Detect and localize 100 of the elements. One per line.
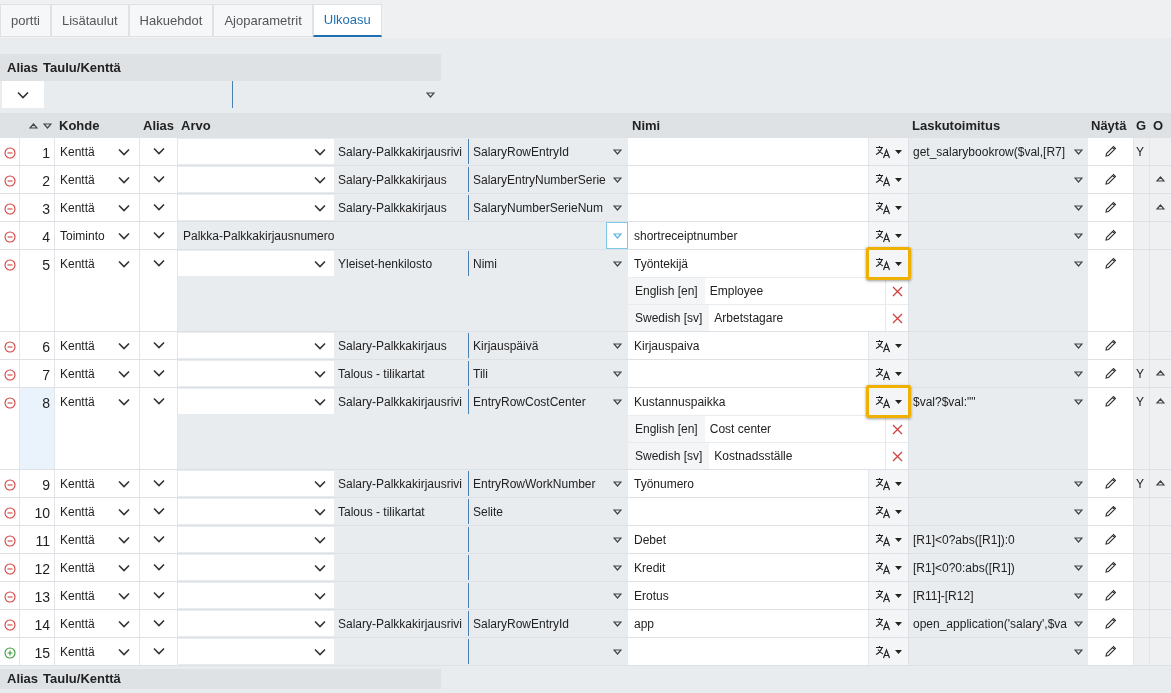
calculation-field[interactable]: [R1]<0?0:abs([R1]) bbox=[913, 558, 1015, 577]
pencil-icon[interactable] bbox=[1104, 173, 1117, 186]
minus-circle-icon[interactable] bbox=[3, 535, 16, 547]
minus-circle-icon[interactable] bbox=[3, 259, 16, 271]
caret-up-icon[interactable] bbox=[1156, 370, 1165, 376]
caret-down-icon[interactable] bbox=[1073, 620, 1083, 627]
target-select[interactable]: Kenttä bbox=[55, 250, 139, 277]
minus-circle-icon[interactable] bbox=[3, 203, 16, 215]
translate-button[interactable] bbox=[869, 360, 908, 387]
caret-down-icon[interactable] bbox=[1073, 204, 1083, 211]
chevron-down-icon[interactable] bbox=[152, 203, 165, 211]
minus-circle-icon[interactable] bbox=[3, 507, 16, 519]
caret-up-icon[interactable] bbox=[1156, 480, 1165, 486]
name-field[interactable]: Työntekijä bbox=[628, 250, 868, 277]
chevron-down-icon[interactable] bbox=[314, 341, 326, 350]
target-select[interactable]: Kenttä bbox=[55, 498, 139, 525]
pencil-icon[interactable] bbox=[1104, 617, 1117, 630]
pencil-icon[interactable] bbox=[1104, 229, 1117, 242]
chevron-down-icon[interactable] bbox=[118, 397, 130, 406]
minus-circle-icon[interactable] bbox=[3, 175, 16, 187]
minus-circle-icon[interactable] bbox=[3, 147, 16, 159]
chevron-down-icon[interactable] bbox=[152, 341, 165, 349]
translate-button[interactable] bbox=[869, 470, 908, 497]
translation-field[interactable]: Cost center bbox=[704, 416, 885, 442]
pencil-icon[interactable] bbox=[1104, 257, 1117, 270]
name-field[interactable]: app bbox=[628, 610, 868, 637]
translation-field[interactable]: Kostnadsställe bbox=[709, 443, 885, 469]
target-select[interactable]: Kenttä bbox=[55, 166, 139, 193]
translate-button[interactable] bbox=[869, 498, 908, 525]
translate-button[interactable] bbox=[869, 138, 908, 165]
caret-down-icon[interactable] bbox=[1073, 508, 1083, 515]
delete-button[interactable] bbox=[885, 278, 908, 304]
caret-down-icon[interactable] bbox=[1073, 398, 1083, 405]
target-select[interactable]: Kenttä bbox=[55, 138, 139, 165]
target-select[interactable]: Kenttä bbox=[55, 638, 139, 665]
chevron-down-icon[interactable] bbox=[152, 563, 165, 571]
chevron-down-icon[interactable] bbox=[118, 507, 130, 516]
chevron-down-icon[interactable] bbox=[152, 175, 165, 183]
caret-down-icon[interactable] bbox=[1073, 480, 1083, 487]
chevron-down-icon[interactable] bbox=[118, 231, 130, 240]
chevron-down-icon[interactable] bbox=[118, 647, 130, 656]
calculation-field[interactable]: [R11]-[R12] bbox=[913, 586, 974, 605]
caret-down-icon[interactable] bbox=[1073, 342, 1083, 349]
translate-button[interactable] bbox=[869, 554, 908, 581]
chevron-down-icon[interactable] bbox=[152, 591, 165, 599]
target-select[interactable]: Kenttä bbox=[55, 582, 139, 609]
calculation-field[interactable]: open_application('salary',$va bbox=[913, 614, 1067, 633]
chevron-down-icon[interactable] bbox=[118, 259, 130, 268]
translate-button[interactable] bbox=[869, 610, 908, 637]
translate-button[interactable] bbox=[869, 638, 908, 665]
chevron-down-icon[interactable] bbox=[118, 563, 130, 572]
name-field[interactable]: Erotus bbox=[628, 582, 868, 609]
name-field[interactable] bbox=[628, 194, 868, 221]
caret-down-icon[interactable] bbox=[1073, 260, 1083, 267]
pencil-icon[interactable] bbox=[1104, 201, 1117, 214]
name-field[interactable]: shortreceiptnumber bbox=[628, 222, 868, 249]
chevron-down-icon[interactable] bbox=[118, 535, 130, 544]
name-field[interactable] bbox=[628, 498, 868, 525]
caret-up-icon[interactable] bbox=[1156, 176, 1165, 182]
chevron-down-icon[interactable] bbox=[118, 203, 130, 212]
pencil-icon[interactable] bbox=[1104, 645, 1117, 658]
chevron-down-icon[interactable] bbox=[314, 203, 326, 212]
chevron-down-icon[interactable] bbox=[118, 369, 130, 378]
chevron-down-icon[interactable] bbox=[152, 619, 165, 627]
tab[interactable]: Ulkoasu bbox=[312, 4, 382, 37]
chevron-down-icon[interactable] bbox=[17, 90, 29, 99]
calculation-field[interactable]: get_salarybookrow($val,[R7] bbox=[913, 142, 1066, 161]
chevron-down-icon[interactable] bbox=[118, 175, 130, 184]
caret-down-icon[interactable] bbox=[1073, 176, 1083, 183]
name-field[interactable]: Kredit bbox=[628, 554, 868, 581]
plus-circle-icon[interactable] bbox=[3, 647, 16, 659]
delete-button[interactable] bbox=[885, 305, 908, 331]
name-field[interactable] bbox=[628, 638, 868, 665]
chevron-down-icon[interactable] bbox=[314, 397, 326, 406]
minus-circle-icon[interactable] bbox=[3, 479, 16, 491]
target-select[interactable]: Kenttä bbox=[55, 610, 139, 637]
chevron-down-icon[interactable] bbox=[314, 369, 326, 378]
chevron-down-icon[interactable] bbox=[152, 647, 165, 655]
minus-circle-icon[interactable] bbox=[3, 369, 16, 381]
chevron-down-icon[interactable] bbox=[314, 175, 326, 184]
chevron-down-icon[interactable] bbox=[118, 341, 130, 350]
calculation-field[interactable]: [R1]<0?abs([R1]):0 bbox=[913, 530, 1015, 549]
translation-field[interactable]: Employee bbox=[704, 278, 885, 304]
chevron-down-icon[interactable] bbox=[152, 535, 165, 543]
chevron-down-icon[interactable] bbox=[152, 479, 165, 487]
pencil-icon[interactable] bbox=[1104, 561, 1117, 574]
chevron-down-icon[interactable] bbox=[314, 259, 326, 268]
pencil-icon[interactable] bbox=[1104, 477, 1117, 490]
target-select[interactable]: Kenttä bbox=[55, 554, 139, 581]
translate-button[interactable] bbox=[869, 582, 908, 609]
caret-down-icon[interactable] bbox=[1073, 592, 1083, 599]
minus-circle-icon[interactable] bbox=[3, 591, 16, 603]
calculation-field[interactable]: $val?$val:"" bbox=[913, 392, 976, 411]
name-field[interactable] bbox=[628, 360, 868, 387]
target-select[interactable]: Kenttä bbox=[55, 388, 139, 415]
name-field[interactable]: Kustannuspaikka bbox=[628, 388, 868, 415]
pencil-icon[interactable] bbox=[1104, 505, 1117, 518]
target-select[interactable]: Toiminto bbox=[55, 222, 139, 249]
chevron-down-icon[interactable] bbox=[118, 479, 130, 488]
sort-down-icon[interactable] bbox=[43, 122, 52, 129]
